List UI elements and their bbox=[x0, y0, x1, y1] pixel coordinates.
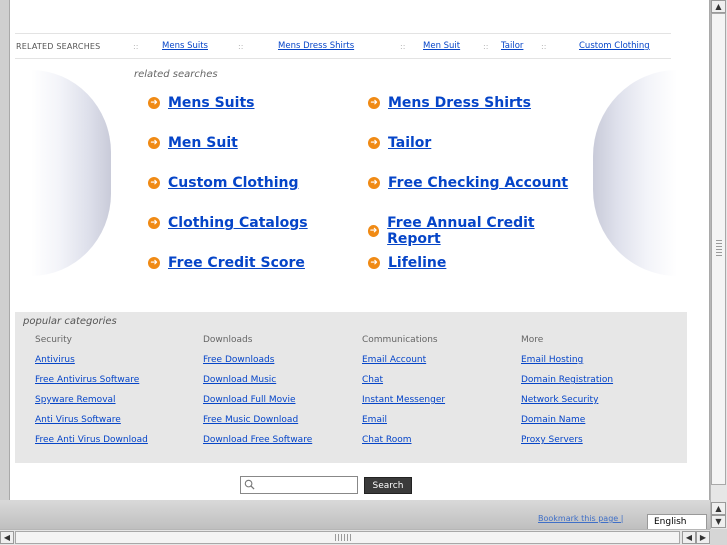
category-heading: More bbox=[521, 335, 544, 345]
separator: :: bbox=[541, 41, 547, 51]
category-link[interactable]: Free Anti Virus Download bbox=[35, 434, 148, 454]
category-column-communications: Communications Email Account Chat Instan… bbox=[362, 334, 445, 454]
category-column-more: More Email Hosting Domain Registration N… bbox=[521, 334, 613, 454]
category-link[interactable]: Download Free Software bbox=[203, 434, 312, 454]
category-link[interactable]: Domain Registration bbox=[521, 374, 613, 394]
bookmark-link[interactable]: Bookmark this page | bbox=[538, 514, 623, 523]
category-link[interactable]: Email Account bbox=[362, 354, 445, 374]
related-search-item[interactable]: ➜ Mens Dress Shirts bbox=[368, 95, 531, 111]
related-search-item[interactable]: ➜ Men Suit bbox=[148, 135, 238, 151]
circle-arrow-right-icon: ➜ bbox=[148, 137, 160, 149]
category-link[interactable]: Chat Room bbox=[362, 434, 445, 454]
category-heading: Security bbox=[35, 335, 72, 345]
scroll-grip-icon bbox=[335, 534, 353, 541]
separator: :: bbox=[400, 41, 406, 51]
category-link[interactable]: Free Antivirus Software bbox=[35, 374, 148, 394]
category-column-security: Security Antivirus Free Antivirus Softwa… bbox=[35, 334, 148, 454]
scroll-right-arrow-icon[interactable]: ▶ bbox=[696, 531, 710, 544]
scrollbar-corner bbox=[710, 529, 727, 545]
related-search-link[interactable]: Mens Suits bbox=[168, 95, 254, 111]
related-searches-grid: ➜ Mens Suits ➜ Mens Dress Shirts ➜ Men S… bbox=[138, 90, 578, 290]
related-bar-link-custom-clothing[interactable]: Custom Clothing bbox=[579, 41, 659, 51]
category-column-downloads: Downloads Free Downloads Download Music … bbox=[203, 334, 312, 454]
search-button[interactable]: Search bbox=[364, 477, 412, 494]
related-search-item[interactable]: ➜ Free Credit Score bbox=[148, 255, 305, 271]
circle-arrow-right-icon: ➜ bbox=[148, 257, 160, 269]
related-search-item[interactable]: ➜ Custom Clothing bbox=[148, 175, 298, 191]
circle-arrow-right-icon: ➜ bbox=[368, 137, 380, 149]
circle-arrow-right-icon: ➜ bbox=[368, 257, 380, 269]
related-bar-link-men-suit[interactable]: Men Suit bbox=[423, 41, 483, 51]
category-link[interactable]: Email Hosting bbox=[521, 354, 613, 374]
related-search-link[interactable]: Free Checking Account bbox=[388, 175, 568, 191]
category-link[interactable]: Email bbox=[362, 414, 445, 434]
category-link[interactable]: Spyware Removal bbox=[35, 394, 148, 414]
related-search-item[interactable]: ➜ Mens Suits bbox=[148, 95, 254, 111]
circle-arrow-right-icon: ➜ bbox=[368, 225, 380, 237]
category-link[interactable]: Chat bbox=[362, 374, 445, 394]
circle-arrow-right-icon: ➜ bbox=[148, 217, 160, 229]
magnifier-icon bbox=[244, 479, 255, 490]
circle-arrow-right-icon: ➜ bbox=[148, 177, 160, 189]
related-bar-link-mens-suits[interactable]: Mens Suits bbox=[162, 41, 238, 51]
related-search-link[interactable]: Lifeline bbox=[388, 255, 446, 271]
category-link[interactable]: Instant Messenger bbox=[362, 394, 445, 414]
popular-categories: popular categories Security Antivirus Fr… bbox=[15, 312, 687, 463]
separator: :: bbox=[133, 41, 139, 51]
related-search-item[interactable]: ➜ Tailor bbox=[368, 135, 431, 151]
related-searches-title: related searches bbox=[134, 69, 218, 80]
scroll-left-arrow-icon[interactable]: ◀ bbox=[682, 531, 696, 544]
category-heading: Communications bbox=[362, 335, 438, 345]
related-search-item[interactable]: ➜ Lifeline bbox=[368, 255, 446, 271]
category-link[interactable]: Download Full Movie bbox=[203, 394, 312, 414]
scroll-down-arrow-icon[interactable]: ▼ bbox=[711, 515, 726, 528]
category-heading: Downloads bbox=[203, 335, 253, 345]
category-link[interactable]: Free Downloads bbox=[203, 354, 312, 374]
category-link[interactable]: Domain Name bbox=[521, 414, 613, 434]
category-link[interactable]: Free Music Download bbox=[203, 414, 312, 434]
scroll-up-arrow-icon[interactable]: ▲ bbox=[711, 502, 726, 515]
circle-arrow-right-icon: ➜ bbox=[368, 177, 380, 189]
related-search-item[interactable]: ➜ Free Checking Account bbox=[368, 175, 568, 191]
related-search-link[interactable]: Free Annual Credit Report bbox=[387, 215, 578, 247]
related-search-item[interactable]: ➜ Clothing Catalogs bbox=[148, 215, 308, 231]
category-link[interactable]: Antivirus bbox=[35, 354, 148, 374]
category-link[interactable]: Anti Virus Software bbox=[35, 414, 148, 434]
related-search-link[interactable]: Men Suit bbox=[168, 135, 238, 151]
scroll-up-arrow-icon[interactable]: ▲ bbox=[711, 0, 726, 13]
scroll-grip-icon bbox=[716, 240, 722, 258]
separator: :: bbox=[238, 41, 244, 51]
related-bar-link-tailor[interactable]: Tailor bbox=[501, 41, 541, 51]
category-link[interactable]: Proxy Servers bbox=[521, 434, 613, 454]
search-input[interactable] bbox=[240, 476, 358, 494]
circle-arrow-right-icon: ➜ bbox=[368, 97, 380, 109]
related-search-link[interactable]: Free Credit Score bbox=[168, 255, 305, 271]
related-search-link[interactable]: Mens Dress Shirts bbox=[388, 95, 531, 111]
category-link[interactable]: Download Music bbox=[203, 374, 312, 394]
related-bar-link-mens-dress-shirts[interactable]: Mens Dress Shirts bbox=[278, 41, 400, 51]
window-frame-left bbox=[0, 0, 10, 500]
related-search-link[interactable]: Clothing Catalogs bbox=[168, 215, 308, 231]
related-search-item[interactable]: ➜ Free Annual Credit Report bbox=[368, 215, 578, 247]
related-bar-title: RELATED SEARCHES bbox=[16, 41, 101, 51]
separator: :: bbox=[483, 41, 489, 51]
related-search-link[interactable]: Tailor bbox=[388, 135, 431, 151]
popular-categories-title: popular categories bbox=[23, 316, 117, 327]
related-searches-bar: RELATED SEARCHES :: Mens Suits :: Mens D… bbox=[15, 33, 671, 59]
related-search-link[interactable]: Custom Clothing bbox=[168, 175, 298, 191]
scroll-left-arrow-icon[interactable]: ◀ bbox=[0, 531, 14, 544]
category-link[interactable]: Network Security bbox=[521, 394, 613, 414]
circle-arrow-right-icon: ➜ bbox=[148, 97, 160, 109]
